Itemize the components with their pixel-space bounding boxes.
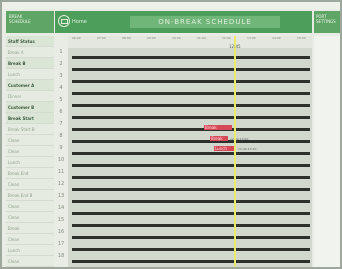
main-header: Home ON-BREAK SCHEDULE bbox=[55, 11, 312, 33]
sidebar-item[interactable]: Clean bbox=[6, 256, 54, 267]
row-number: 1 bbox=[59, 49, 63, 55]
ruler-tick: 07:00 bbox=[97, 36, 106, 40]
timeline-lane[interactable] bbox=[72, 212, 310, 215]
break-schedule-header[interactable]: BREAK SCHEDULE bbox=[6, 11, 54, 33]
port-settings-button[interactable]: PORT SETTINGS bbox=[314, 11, 340, 33]
timeline-lane[interactable] bbox=[72, 176, 310, 179]
row-number: 7 bbox=[59, 121, 63, 127]
ruler-tick: 09:00 bbox=[147, 36, 156, 40]
sidebar-item[interactable]: Clean bbox=[6, 179, 54, 190]
sidebar-item[interactable]: Clean bbox=[6, 234, 54, 245]
sidebar-item[interactable]: Break B bbox=[6, 58, 54, 69]
sidebar-item[interactable]: Break Start B bbox=[6, 124, 54, 135]
ruler-tick: 08:00 bbox=[122, 36, 131, 40]
ruler-tick: 13:00 bbox=[247, 36, 256, 40]
top-bar bbox=[2, 2, 340, 9]
row-number: 16 bbox=[57, 229, 65, 235]
ruler-tick: 10:00 bbox=[172, 36, 181, 40]
ruler-tick: 11:00 bbox=[197, 36, 206, 40]
home-label[interactable]: Home bbox=[72, 19, 87, 25]
timeline-lane[interactable] bbox=[72, 116, 310, 119]
schedule-event[interactable]: Break bbox=[210, 136, 228, 141]
sidebar-item[interactable]: Customer A bbox=[6, 80, 54, 91]
page-title: ON-BREAK SCHEDULE bbox=[130, 16, 280, 28]
timeline-lane[interactable] bbox=[72, 224, 310, 227]
sidebar-item[interactable]: Break End B bbox=[6, 190, 54, 201]
timeline-lane[interactable] bbox=[72, 152, 310, 155]
sidebar-item[interactable]: Break End bbox=[6, 168, 54, 179]
header-left-line-2: SCHEDULE bbox=[9, 19, 31, 24]
timeline-lane[interactable] bbox=[72, 56, 310, 59]
sidebar-item[interactable]: Customer B bbox=[6, 102, 54, 113]
schedule-event[interactable]: Lunch bbox=[214, 146, 236, 151]
ruler-tick: 14:00 bbox=[272, 36, 281, 40]
row-number: 11 bbox=[57, 169, 65, 175]
timeline-lane[interactable] bbox=[72, 92, 310, 95]
row-number: 5 bbox=[59, 97, 63, 103]
header-right-line-2: SETTINGS bbox=[316, 19, 336, 24]
timeline-lane[interactable] bbox=[72, 140, 310, 143]
sidebar-item[interactable]: Break Start bbox=[6, 113, 54, 124]
current-time-label: 12:45 bbox=[229, 44, 241, 49]
event-time-label: 12:40-13:10 bbox=[238, 147, 257, 151]
timeline-lane[interactable] bbox=[72, 68, 310, 71]
sidebar-item[interactable]: Clean bbox=[6, 146, 54, 157]
timeline-grid: 06:00 07:00 08:00 09:00 10:00 11:00 12:00 13:00… bbox=[68, 36, 312, 267]
sidebar-item[interactable]: Break bbox=[6, 223, 54, 234]
row-number: 2 bbox=[59, 61, 63, 67]
row-number: 12 bbox=[57, 181, 65, 187]
timeline-lane[interactable] bbox=[72, 236, 310, 239]
timeline-lane[interactable] bbox=[72, 104, 310, 107]
right-panel bbox=[314, 36, 340, 267]
sidebar-item[interactable]: Staff Status bbox=[6, 36, 54, 47]
sidebar-item[interactable]: Clean bbox=[6, 212, 54, 223]
row-number: 6 bbox=[59, 109, 63, 115]
row-number: 13 bbox=[57, 193, 65, 199]
sidebar-item[interactable]: Clean bbox=[6, 201, 54, 212]
row-number: 3 bbox=[59, 73, 63, 79]
timeline-lane[interactable] bbox=[72, 80, 310, 83]
sidebar-item[interactable]: Lunch bbox=[6, 245, 54, 256]
home-icon[interactable] bbox=[58, 15, 70, 27]
timeline-lane[interactable] bbox=[72, 248, 310, 251]
row-number: 15 bbox=[57, 217, 65, 223]
sidebar-item[interactable]: Clean bbox=[6, 135, 54, 146]
time-ruler: 06:00 07:00 08:00 09:00 10:00 11:00 12:00 13:00… bbox=[68, 36, 312, 48]
row-number: 9 bbox=[59, 145, 63, 151]
timeline-lane[interactable] bbox=[72, 188, 310, 191]
ruler-tick: 12:00 bbox=[222, 36, 231, 40]
sidebar-item[interactable]: Lunch bbox=[6, 157, 54, 168]
timeline-lane[interactable] bbox=[72, 200, 310, 203]
timeline-lane[interactable] bbox=[72, 164, 310, 167]
row-number: 8 bbox=[59, 133, 63, 139]
ruler-tick: 06:00 bbox=[72, 36, 81, 40]
row-number: 10 bbox=[57, 157, 65, 163]
row-number: 4 bbox=[59, 85, 63, 91]
sidebar-item[interactable]: Lunch bbox=[6, 69, 54, 80]
row-number: 17 bbox=[57, 241, 65, 247]
current-time-cursor[interactable] bbox=[234, 36, 236, 267]
ruler-tick: 15:00 bbox=[297, 36, 306, 40]
event-time-label: 12:30-13:00 bbox=[230, 137, 249, 141]
timeline-lane[interactable] bbox=[72, 260, 310, 263]
sidebar-item[interactable]: Dinner bbox=[6, 91, 54, 102]
sidebar-item[interactable]: Break A bbox=[6, 47, 54, 58]
sidebar: Staff Status Break A Break B Lunch Customer … bbox=[6, 36, 54, 267]
timeline-lane[interactable] bbox=[72, 128, 310, 131]
row-number: 18 bbox=[57, 253, 65, 259]
schedule-event[interactable]: Break bbox=[204, 125, 232, 130]
row-number: 14 bbox=[57, 205, 65, 211]
app-screen: BREAK SCHEDULE Home ON-BREAK SCHEDULE PO… bbox=[2, 2, 340, 267]
